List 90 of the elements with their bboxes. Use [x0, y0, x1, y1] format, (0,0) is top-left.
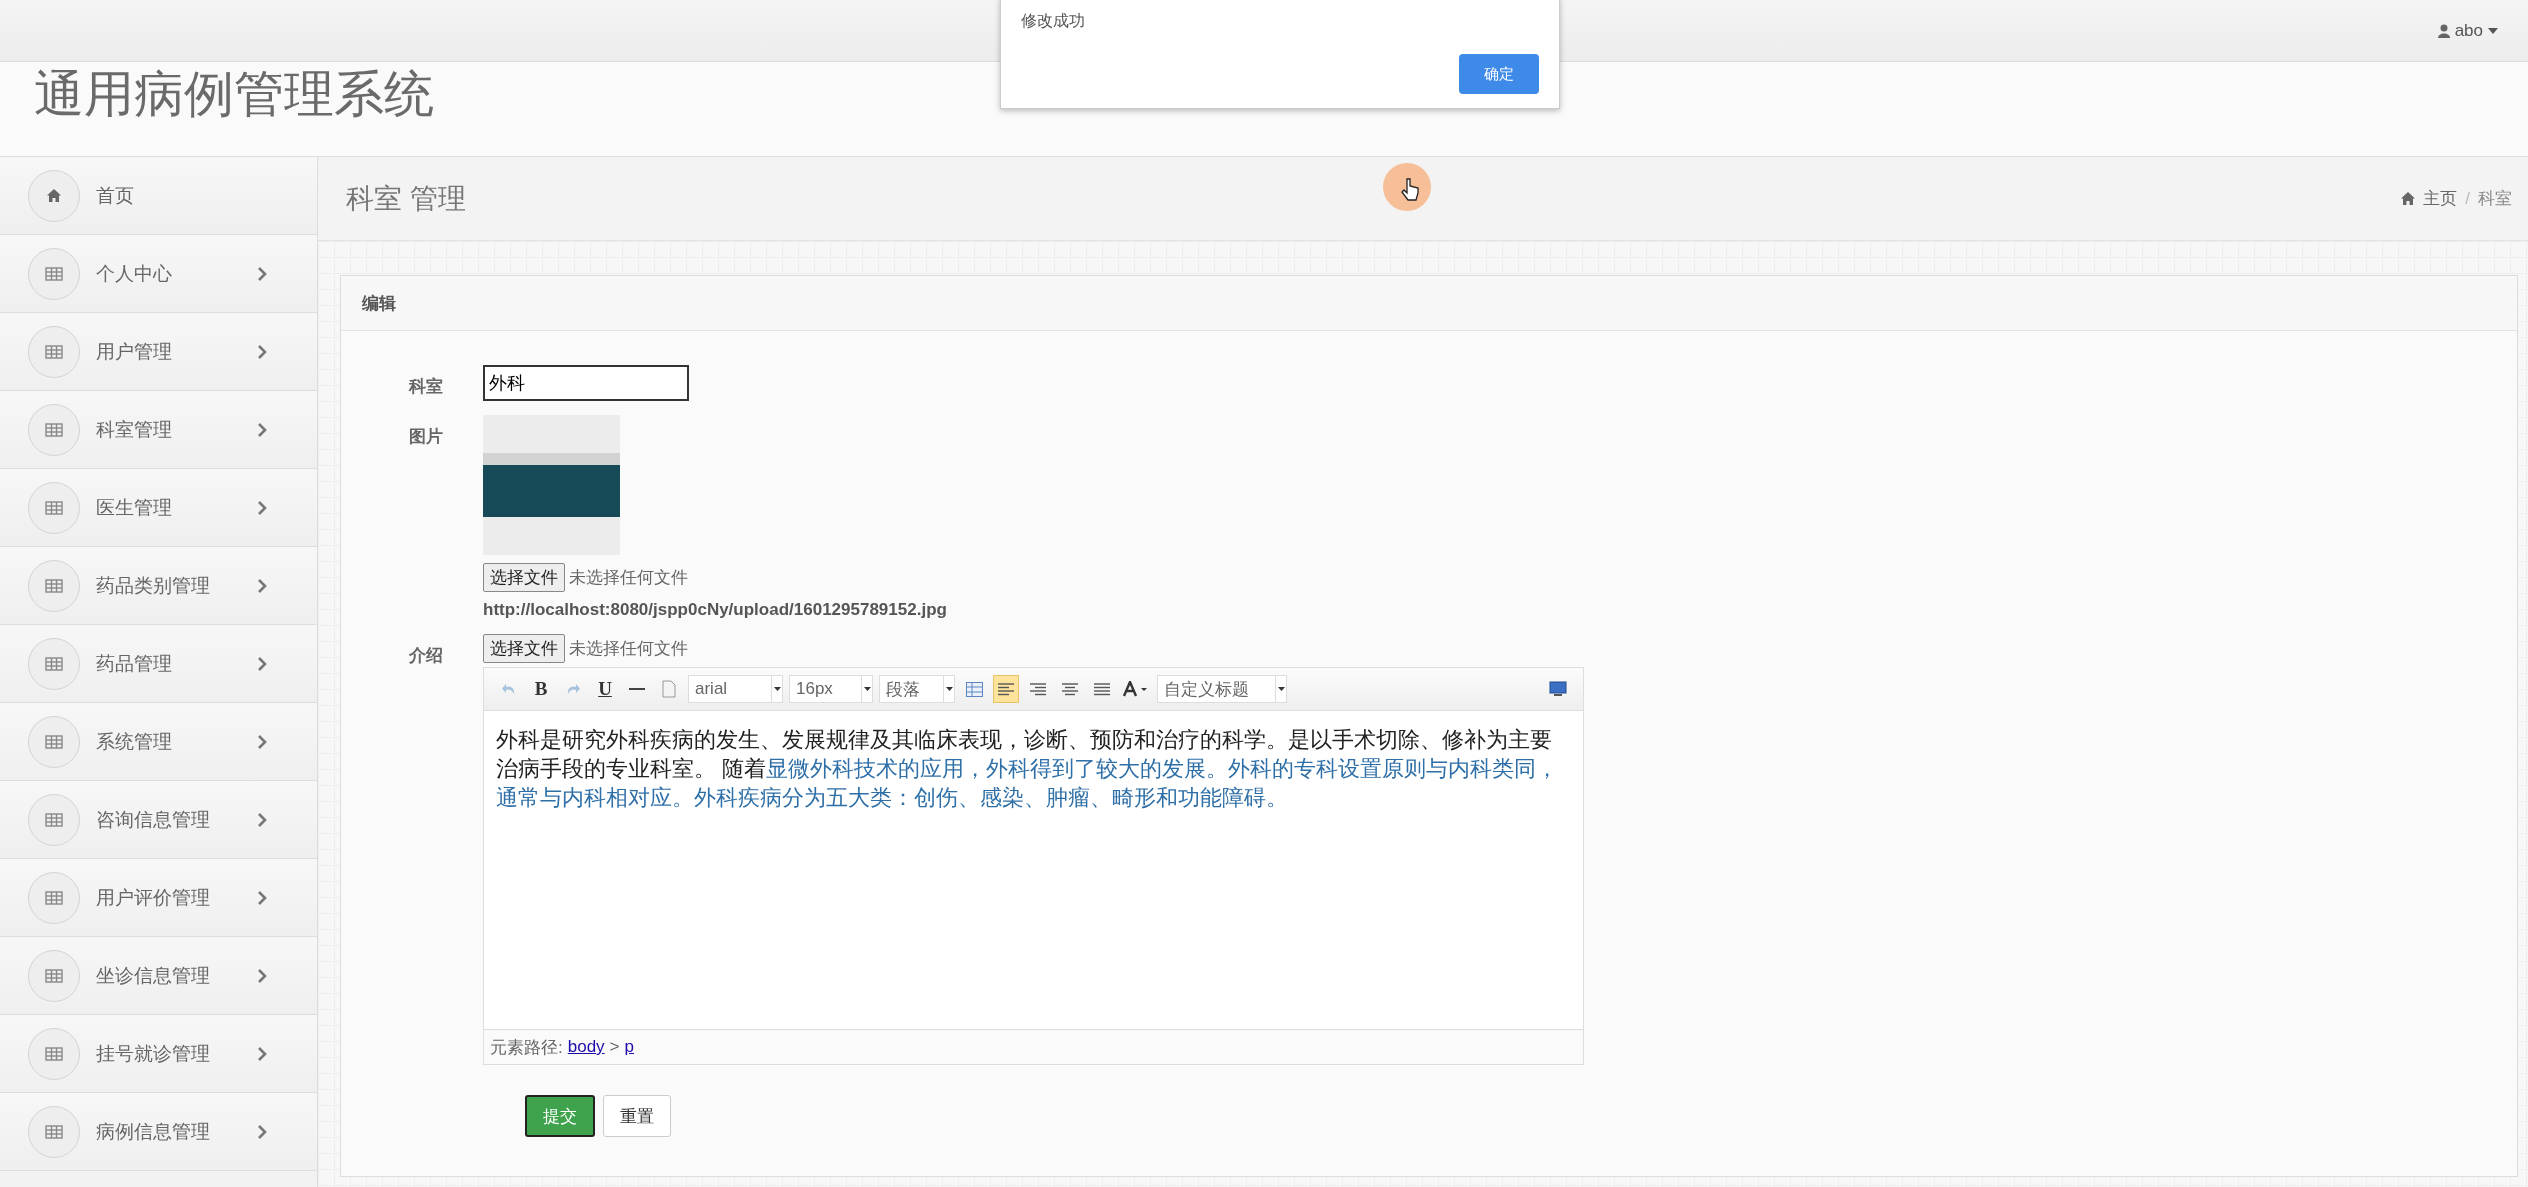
rich-text-editor[interactable]: B U arial 16px 段落 自定义标题 外科是研究外科疾病的发生、发展规律及其临床表现，诊断、预防和治疗的科学。是以手术切除、修补为主要治病手段的专业科室。 随着显微外科技术的应用，外科得到了较大的发展。外科的专科设置原则与内科类同，通常与内科相对应。外科疾病分为五大类：创伤、感染、肿瘤、畸形和功能障碍。 元素路径: body > p — [483, 667, 1584, 1065]
sidebar-label: 首页 — [96, 183, 135, 208]
breadcrumb-item: 科室 — [2478, 188, 2512, 210]
chevron-right-icon — [257, 343, 267, 360]
horizontal-line-icon — [629, 687, 645, 691]
caret-icon — [863, 687, 871, 691]
user-menu[interactable]: abo — [2437, 20, 2498, 41]
sidebar-label: 药品类别管理 — [96, 573, 211, 598]
sidebar-label: 坐诊信息管理 — [96, 963, 211, 988]
chevron-right-icon — [257, 577, 267, 594]
sidebar-item[interactable]: 病例信息管理 — [0, 1093, 317, 1171]
sidebar-label: 病例信息管理 — [96, 1119, 211, 1144]
file-status: 未选择任何文件 — [569, 638, 688, 660]
reset-button[interactable]: 重置 — [603, 1095, 671, 1137]
sidebar-item[interactable]: 用户管理 — [0, 313, 317, 391]
sidebar-item[interactable]: 科室管理 — [0, 391, 317, 469]
font-color-icon — [1123, 681, 1149, 697]
caret-icon — [945, 687, 953, 691]
sidebar-label: 系统管理 — [96, 729, 173, 754]
caret-icon — [1277, 687, 1285, 691]
confirm-button[interactable]: 确定 — [1459, 54, 1539, 94]
path-link[interactable]: body — [567, 1037, 605, 1057]
sidebar-label: 用户管理 — [96, 339, 173, 364]
bold-button[interactable]: B — [528, 675, 554, 703]
sidebar-label: 挂号就诊管理 — [96, 1041, 211, 1066]
chevron-right-icon — [257, 265, 267, 282]
path-label: 元素路径: — [490, 1036, 563, 1059]
sidebar-item[interactable]: 系统管理 — [0, 703, 317, 781]
panel-title: 编辑 — [362, 292, 396, 315]
chevron-right-icon — [257, 889, 267, 906]
underline-button[interactable]: U — [592, 675, 618, 703]
redo-icon — [565, 682, 581, 696]
align-center-icon — [1062, 681, 1078, 697]
align-right-icon — [1030, 681, 1046, 697]
dropdown[interactable]: 自定义标题 — [1157, 675, 1287, 703]
alert-message: 修改成功 — [1021, 11, 1086, 31]
justify-icon — [1094, 681, 1110, 697]
sidebar-item[interactable]: 医生管理 — [0, 469, 317, 547]
site-title: 通用病例管理系统 — [34, 64, 434, 124]
sidebar-label: 个人中心 — [96, 261, 173, 286]
chevron-right-icon — [257, 1045, 267, 1062]
sidebar-item[interactable]: 药品管理 — [0, 625, 317, 703]
monitor-icon — [1549, 681, 1567, 697]
chevron-right-icon — [257, 967, 267, 984]
align-left-button[interactable] — [993, 675, 1019, 703]
chevron-right-icon — [257, 499, 267, 516]
choose-file-button[interactable]: 选择文件 — [483, 563, 565, 592]
path-link[interactable]: p — [624, 1037, 634, 1057]
field-label: 介绍 — [409, 645, 444, 667]
sidebar-label: 科室管理 — [96, 417, 173, 442]
chevron-right-icon — [257, 1123, 267, 1140]
user-icon — [2437, 23, 2450, 38]
sidebar-item[interactable]: 咨询信息管理 — [0, 781, 317, 859]
image-url: http://localhost:8080/jspp0cNy/upload/1601295789152.jpg — [483, 600, 947, 620]
dropdown[interactable]: 段落 — [879, 675, 955, 703]
sidebar-label: 用户评价管理 — [96, 885, 211, 910]
undo-icon — [501, 682, 517, 696]
choose-file-button[interactable]: 选择文件 — [483, 634, 565, 663]
page-title: 科室 管理 — [346, 181, 466, 216]
sidebar-item[interactable]: 药品类别管理 — [0, 547, 317, 625]
caret-icon — [2488, 27, 2498, 34]
breadcrumb-separator: / — [2465, 188, 2470, 209]
sidebar-label: 医生管理 — [96, 495, 173, 520]
dropdown[interactable]: 16px — [789, 675, 873, 703]
align-left-icon — [998, 681, 1014, 697]
path-separator: > — [609, 1037, 620, 1057]
department-input[interactable]: 外科 — [483, 365, 689, 401]
sidebar-item[interactable]: 挂号就诊管理 — [0, 1015, 317, 1093]
sidebar-item[interactable]: 坐诊信息管理 — [0, 937, 317, 1015]
sidebar-item[interactable]: 个人中心 — [0, 235, 317, 313]
table-icon — [965, 681, 983, 697]
submit-button[interactable]: 提交 — [525, 1095, 595, 1137]
sidebar-item[interactable]: 用户评价管理 — [0, 859, 317, 937]
file-status: 未选择任何文件 — [569, 567, 688, 589]
breadcrumb-item[interactable]: 主页 — [2423, 187, 2458, 210]
chevron-right-icon — [257, 421, 267, 438]
field-label: 图片 — [409, 426, 444, 448]
chevron-right-icon — [257, 811, 267, 828]
sidebar-label: 咨询信息管理 — [96, 807, 211, 832]
page-icon — [662, 680, 676, 698]
chevron-right-icon — [257, 655, 267, 672]
dropdown[interactable]: arial — [688, 675, 783, 703]
editor-text: 外科是研究外科疾病的发生、发展规律及其临床表现，诊断、预防和治疗的科学。是以手术切除、修补为主要治病手段的专业科室。 随着显微外科技术的应用，外科得到了较大的发展。外科的专科设置原则与内科类同，通常与内科相对应。外科疾病分为五大类：创伤、感染、肿瘤、畸形和功能障碍。 — [495, 726, 1560, 812]
sidebar-label: 药品管理 — [96, 651, 173, 676]
click-indicator-icon — [1383, 163, 1431, 211]
field-label: 科室 — [409, 376, 444, 398]
chevron-right-icon — [257, 733, 267, 750]
sidebar-item[interactable]: 首页 — [0, 157, 317, 235]
caret-icon — [773, 687, 781, 691]
home-icon — [2401, 192, 2416, 205]
